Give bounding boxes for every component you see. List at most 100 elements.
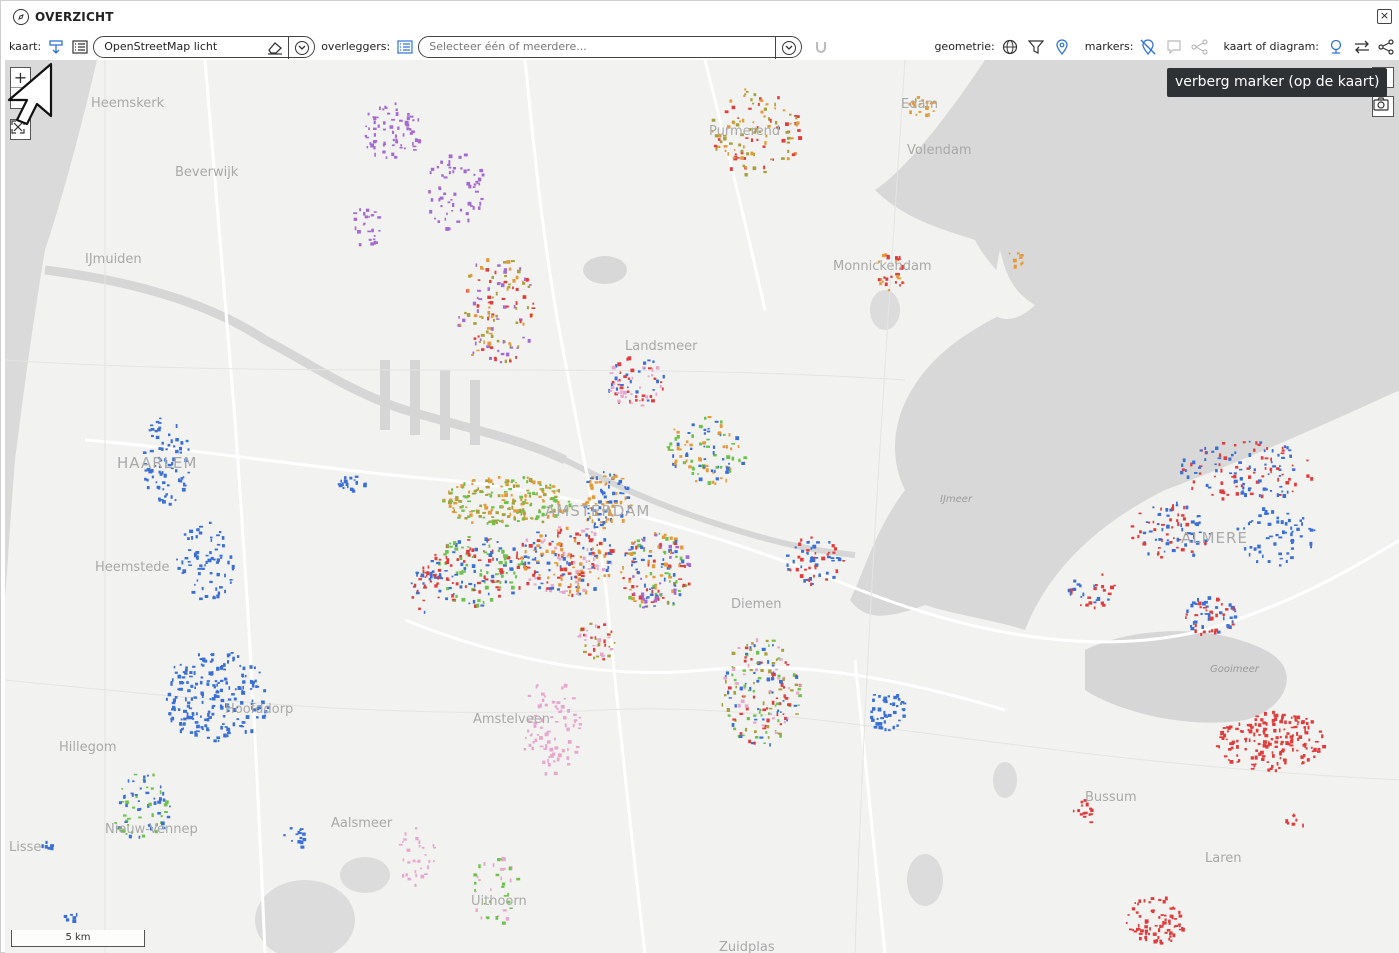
map-marker[interactable] bbox=[649, 572, 653, 576]
map-marker[interactable] bbox=[517, 269, 521, 274]
map-marker[interactable] bbox=[640, 404, 645, 407]
map-marker[interactable] bbox=[1276, 762, 1279, 766]
map-marker[interactable] bbox=[1198, 601, 1202, 606]
map-marker[interactable] bbox=[703, 458, 707, 461]
map-marker[interactable] bbox=[798, 694, 802, 698]
map-marker[interactable] bbox=[779, 734, 782, 738]
map-marker[interactable] bbox=[1290, 716, 1293, 719]
map-marker[interactable] bbox=[1161, 527, 1164, 532]
map-marker[interactable] bbox=[668, 573, 671, 577]
map-marker[interactable] bbox=[1194, 614, 1199, 617]
map-marker[interactable] bbox=[512, 484, 516, 488]
map-marker[interactable] bbox=[445, 561, 450, 565]
map-marker[interactable] bbox=[216, 683, 218, 687]
map-marker[interactable] bbox=[406, 116, 410, 121]
map-marker[interactable] bbox=[744, 88, 747, 91]
map-marker[interactable] bbox=[383, 121, 386, 125]
map-marker[interactable] bbox=[1274, 740, 1279, 744]
map-marker[interactable] bbox=[797, 704, 800, 707]
eraser-icon[interactable] bbox=[266, 39, 284, 57]
map-marker[interactable] bbox=[1310, 545, 1312, 549]
map-marker[interactable] bbox=[452, 167, 457, 170]
map-marker[interactable] bbox=[1286, 512, 1290, 515]
map-marker[interactable] bbox=[1242, 482, 1245, 486]
map-marker[interactable] bbox=[219, 688, 223, 693]
map-marker[interactable] bbox=[1081, 804, 1083, 807]
map-marker[interactable] bbox=[1269, 535, 1273, 538]
map-marker[interactable] bbox=[795, 675, 799, 679]
map-marker[interactable] bbox=[539, 736, 543, 740]
map-marker[interactable] bbox=[711, 480, 715, 484]
map-marker[interactable] bbox=[1305, 747, 1308, 750]
map-marker[interactable] bbox=[586, 629, 588, 632]
map-marker[interactable] bbox=[1180, 470, 1184, 475]
map-marker[interactable] bbox=[605, 568, 609, 572]
map-marker[interactable] bbox=[1199, 449, 1203, 452]
map-marker[interactable] bbox=[560, 577, 563, 581]
map-marker[interactable] bbox=[821, 556, 826, 561]
map-marker[interactable] bbox=[379, 106, 381, 110]
map-marker[interactable] bbox=[183, 484, 187, 487]
map-marker[interactable] bbox=[1176, 546, 1179, 549]
map-marker[interactable] bbox=[477, 279, 481, 281]
map-marker[interactable] bbox=[630, 368, 635, 373]
swap-icon[interactable] bbox=[1353, 38, 1371, 56]
map-marker[interactable] bbox=[877, 707, 882, 712]
map-marker[interactable] bbox=[742, 673, 746, 676]
map-marker[interactable] bbox=[1273, 714, 1276, 717]
map-marker[interactable] bbox=[785, 122, 789, 126]
map-marker[interactable] bbox=[588, 653, 592, 656]
map-marker[interactable] bbox=[455, 498, 459, 501]
map-marker[interactable] bbox=[1309, 541, 1313, 546]
map-marker[interactable] bbox=[463, 153, 468, 157]
map-marker[interactable] bbox=[1186, 475, 1190, 479]
map-marker[interactable] bbox=[476, 349, 480, 352]
map-marker[interactable] bbox=[302, 832, 306, 836]
map-marker[interactable] bbox=[372, 140, 377, 144]
map-marker[interactable] bbox=[622, 566, 624, 570]
map-marker[interactable] bbox=[1294, 482, 1297, 487]
map-marker[interactable] bbox=[1198, 521, 1201, 525]
map-marker[interactable] bbox=[500, 352, 505, 356]
map-marker[interactable] bbox=[378, 229, 381, 232]
map-marker[interactable] bbox=[719, 424, 723, 428]
map-marker[interactable] bbox=[452, 170, 455, 174]
map-marker[interactable] bbox=[364, 482, 367, 485]
map-marker[interactable] bbox=[1012, 258, 1017, 263]
map-marker[interactable] bbox=[511, 501, 515, 505]
map-marker[interactable] bbox=[160, 447, 164, 451]
map-marker[interactable] bbox=[1266, 761, 1269, 763]
map-marker[interactable] bbox=[738, 458, 741, 463]
map-marker[interactable] bbox=[567, 763, 571, 766]
map-marker[interactable] bbox=[416, 861, 420, 863]
map-marker[interactable] bbox=[659, 542, 662, 547]
map-marker[interactable] bbox=[151, 434, 154, 438]
map-marker[interactable] bbox=[627, 377, 631, 380]
map-marker[interactable] bbox=[883, 710, 886, 715]
map-marker[interactable] bbox=[603, 623, 606, 626]
map-marker[interactable] bbox=[1218, 453, 1222, 458]
map-marker[interactable] bbox=[195, 535, 198, 539]
map-marker[interactable] bbox=[165, 697, 168, 701]
map-marker[interactable] bbox=[593, 647, 596, 652]
map-marker[interactable] bbox=[182, 722, 186, 726]
map-marker[interactable] bbox=[597, 577, 600, 580]
map-marker[interactable] bbox=[777, 96, 780, 100]
map-marker[interactable] bbox=[1144, 920, 1148, 924]
comment-icon[interactable] bbox=[1165, 38, 1183, 56]
map-marker[interactable] bbox=[753, 644, 756, 648]
map-marker[interactable] bbox=[1169, 541, 1173, 544]
map-marker[interactable] bbox=[201, 694, 204, 698]
map-marker[interactable] bbox=[787, 568, 790, 571]
map-marker[interactable] bbox=[1233, 444, 1237, 447]
map-marker[interactable] bbox=[1301, 522, 1303, 526]
map-marker[interactable] bbox=[617, 383, 620, 386]
map-marker[interactable] bbox=[631, 376, 634, 380]
map-marker[interactable] bbox=[553, 490, 556, 492]
map-marker[interactable] bbox=[541, 520, 545, 524]
map-marker[interactable] bbox=[673, 582, 675, 585]
map-marker[interactable] bbox=[595, 624, 597, 628]
map-marker[interactable] bbox=[786, 554, 790, 557]
map-marker[interactable] bbox=[220, 698, 225, 703]
map-marker[interactable] bbox=[354, 475, 359, 478]
